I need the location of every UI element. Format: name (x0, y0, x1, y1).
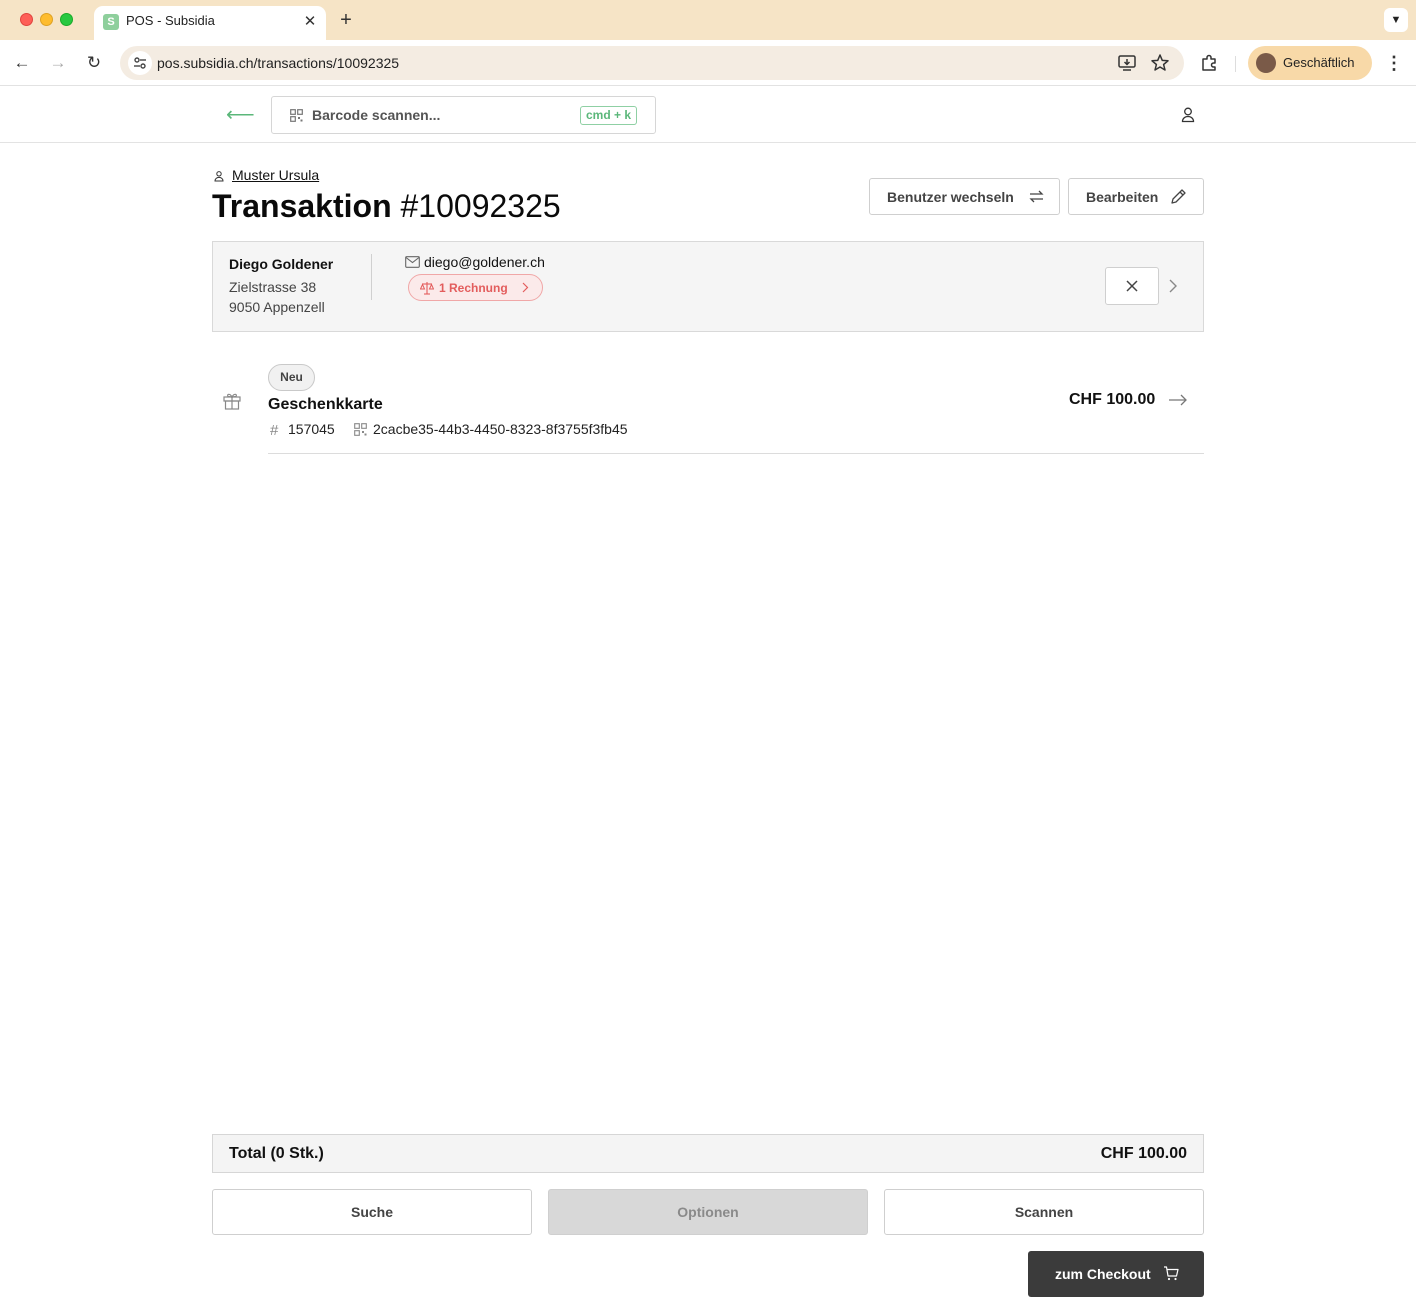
qr-code-icon (354, 423, 367, 436)
browser-menu-icon[interactable]: ⋮ (1384, 52, 1404, 74)
customer-email: diego@goldener.ch (424, 254, 545, 270)
install-app-icon[interactable] (1117, 53, 1137, 73)
barcode-placeholder: Barcode scannen... (312, 107, 441, 123)
item-number: 157045 (288, 421, 335, 437)
checkout-button[interactable]: zum Checkout (1028, 1251, 1204, 1297)
close-icon (1126, 280, 1138, 292)
owner-name: Muster Ursula (232, 167, 320, 183)
profile-button[interactable]: Geschäftlich (1248, 46, 1372, 80)
chevron-right-icon (522, 282, 529, 293)
window-close-button[interactable] (20, 13, 33, 26)
open-invoices-badge[interactable]: 1 Rechnung (408, 274, 543, 301)
shortcut-hint: cmd + k (580, 106, 638, 125)
hash-icon: # (270, 422, 279, 439)
page-title: Transaktion #10092325 (212, 188, 561, 225)
checkout-label: zum Checkout (1055, 1266, 1151, 1282)
page-title-label: Transaktion (212, 188, 392, 224)
pencil-icon (1171, 189, 1186, 204)
profile-label: Geschäftlich (1283, 55, 1355, 70)
invoice-badge-label: 1 Rechnung (439, 281, 508, 295)
profile-avatar (1256, 53, 1276, 73)
subsidia-favicon-icon: S (103, 14, 119, 30)
total-label: Total (0 Stk.) (229, 1145, 324, 1162)
browser-tab[interactable]: S POS - Subsidia ✕ (94, 6, 326, 40)
transaction-number: #10092325 (400, 188, 561, 224)
extensions-puzzle-icon[interactable] (1200, 53, 1220, 73)
customer-divider (371, 254, 372, 300)
forward-nav-icon[interactable]: → (45, 50, 71, 76)
tab-close-icon[interactable]: ✕ (300, 12, 320, 32)
arrow-right-icon[interactable] (1168, 393, 1188, 407)
barcode-search-input[interactable]: Barcode scannen... cmd + k (271, 96, 656, 134)
reload-icon[interactable]: ↻ (81, 50, 107, 76)
customer-chevron-right-icon[interactable] (1168, 278, 1178, 294)
bookmark-star-icon[interactable] (1150, 53, 1170, 73)
person-icon (214, 171, 224, 182)
switch-user-label: Benutzer wechseln (887, 189, 1014, 205)
item-divider (268, 453, 1204, 454)
address-bar[interactable]: pos.subsidia.ch/transactions/10092325 (120, 46, 1184, 80)
item-title: Geschenkkarte (268, 396, 383, 413)
browser-tab-bar: S POS - Subsidia ✕ + ▼ (0, 0, 1416, 40)
status-badge: Neu (268, 364, 315, 391)
toolbar-divider (1235, 56, 1236, 72)
edit-label: Bearbeiten (1086, 189, 1159, 205)
customer-card[interactable]: Diego Goldener Zielstrasse 38 9050 Appen… (212, 241, 1204, 332)
tab-list-chevron-icon[interactable]: ▼ (1384, 8, 1408, 32)
search-button[interactable]: Suche (212, 1189, 532, 1235)
customer-street: Zielstrasse 38 (229, 279, 317, 295)
customer-city: 9050 Appenzell (229, 299, 325, 315)
site-settings-icon[interactable] (128, 51, 152, 75)
total-bar: Total (0 Stk.) CHF 100.00 (212, 1134, 1204, 1173)
window-zoom-button[interactable] (60, 13, 73, 26)
address-url: pos.subsidia.ch/transactions/10092325 (157, 55, 400, 71)
qr-code-icon (290, 109, 303, 122)
cart-icon (1164, 1266, 1179, 1281)
options-button[interactable]: Optionen (548, 1189, 868, 1235)
edit-button[interactable]: Bearbeiten (1068, 178, 1204, 215)
scale-icon (420, 282, 434, 295)
user-account-icon[interactable] (1176, 103, 1200, 127)
window-minimize-button[interactable] (40, 13, 53, 26)
back-arrow-icon[interactable]: ⟵ (226, 102, 255, 128)
browser-toolbar: ← → ↻ pos.subsidia.ch/transactions/10092… (0, 40, 1416, 86)
envelope-icon (405, 256, 420, 268)
switch-user-button[interactable]: Benutzer wechseln (869, 178, 1060, 215)
total-value: CHF 100.00 (1100, 1145, 1187, 1162)
gift-icon (223, 393, 241, 410)
customer-name: Diego Goldener (229, 256, 334, 272)
back-nav-icon[interactable]: ← (9, 50, 35, 76)
item-price: CHF 100.00 (1069, 391, 1156, 408)
new-tab-icon[interactable]: + (336, 8, 356, 32)
item-code: 2cacbe35-44b3-4450-8323-8f3755f3fb45 (373, 421, 628, 437)
swap-arrows-icon (1029, 190, 1044, 203)
scan-button[interactable]: Scannen (884, 1189, 1204, 1235)
tab-title: POS - Subsidia (126, 13, 215, 28)
app-header: ⟵ Barcode scannen... cmd + k (0, 87, 1416, 143)
remove-customer-button[interactable] (1105, 267, 1159, 305)
